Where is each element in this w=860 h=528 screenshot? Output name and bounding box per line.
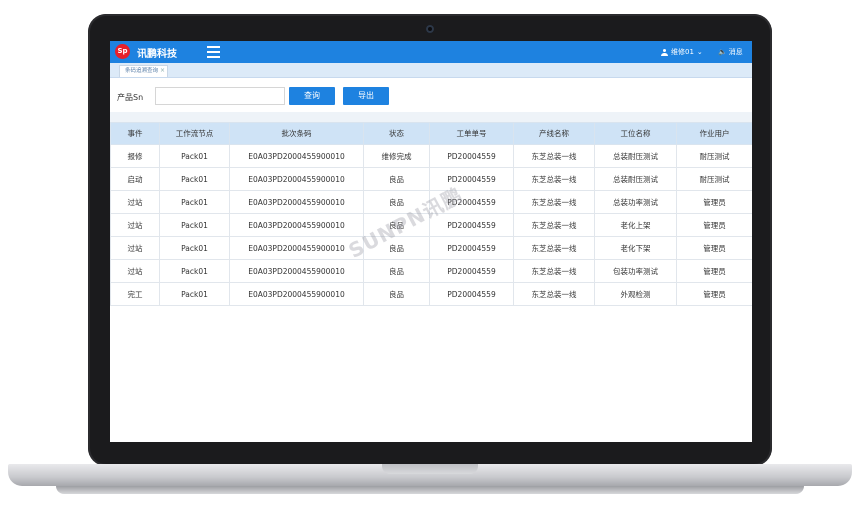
table-cell: 老化上架 — [594, 213, 677, 237]
table-cell: Pack01 — [159, 282, 230, 306]
laptop-lid: Sp 讯鹏科技 维修01 ⌄ 🔈 消息 条码追溯查询 × 产品Sn 查询 导出 — [88, 14, 772, 466]
table-row[interactable]: 过站 Pack01 E0A03PD2000455900010 良品 PD20004559… — [110, 213, 752, 237]
table-cell: 完工 — [110, 282, 160, 306]
table-cell: PD20004559 — [429, 259, 514, 283]
app-screen: Sp 讯鹏科技 维修01 ⌄ 🔈 消息 条码追溯查询 × 产品Sn 查询 导出 — [110, 41, 752, 442]
table-header-row: 事件 工作流节点 批次条码 状态 工单单号 产线名称 工位名称 作业用户 — [110, 122, 752, 145]
table-cell: Pack01 — [159, 259, 230, 283]
column-header: 事件 — [110, 122, 160, 145]
tab-bar: 条码追溯查询 × — [110, 63, 752, 78]
table-cell: 东芝总装一线 — [513, 144, 595, 168]
table-cell: 总装耐压测试 — [594, 167, 677, 191]
table-cell: 维修完成 — [363, 144, 430, 168]
table-cell: 过站 — [110, 236, 160, 260]
table-cell: Pack01 — [159, 190, 230, 214]
table-cell: E0A03PD2000455900010 — [229, 236, 364, 260]
table-cell: E0A03PD2000455900010 — [229, 259, 364, 283]
column-header: 状态 — [363, 122, 430, 145]
table-row[interactable]: 完工 Pack01 E0A03PD2000455900010 良品 PD20004559… — [110, 282, 752, 306]
table-cell: 老化下架 — [594, 236, 677, 260]
column-header: 工位名称 — [594, 122, 677, 145]
column-header: 产线名称 — [513, 122, 595, 145]
user-name: 维修01 — [671, 48, 694, 56]
table-cell: Pack01 — [159, 167, 230, 191]
table-cell: PD20004559 — [429, 167, 514, 191]
tab-barcode-trace[interactable]: 条码追溯查询 × — [119, 65, 169, 77]
export-button[interactable]: 导出 — [343, 87, 389, 105]
trace-table: 事件 工作流节点 批次条码 状态 工单单号 产线名称 工位名称 作业用户 报修 P… — [110, 122, 752, 306]
hamburger-menu-icon[interactable] — [207, 46, 220, 58]
table-cell: 良品 — [363, 190, 430, 214]
base-notch — [382, 464, 478, 474]
table-cell: E0A03PD2000455900010 — [229, 167, 364, 191]
table-cell: 东芝总装一线 — [513, 282, 595, 306]
messages-button[interactable]: 🔈 消息 — [718, 47, 743, 57]
table-cell: E0A03PD2000455900010 — [229, 144, 364, 168]
table-cell: 东芝总装一线 — [513, 213, 595, 237]
table-cell: 良品 — [363, 259, 430, 283]
column-header: 作业用户 — [676, 122, 752, 145]
table-cell: PD20004559 — [429, 236, 514, 260]
table-cell: 东芝总装一线 — [513, 259, 595, 283]
camera-icon — [426, 25, 434, 33]
messages-label: 消息 — [728, 48, 743, 56]
table-cell: 耐压测试 — [676, 167, 752, 191]
table-cell: E0A03PD2000455900010 — [229, 213, 364, 237]
chevron-down-icon: ⌄ — [696, 48, 703, 56]
table-row[interactable]: 启动 Pack01 E0A03PD2000455900010 良品 PD20004559… — [110, 167, 752, 191]
table-cell: 东芝总装一线 — [513, 167, 595, 191]
table-cell: 外观检测 — [594, 282, 677, 306]
table-row[interactable]: 过站 Pack01 E0A03PD2000455900010 良品 PD20004559… — [110, 259, 752, 283]
speaker-icon: 🔈 — [718, 48, 727, 56]
table-cell: Pack01 — [159, 213, 230, 237]
table-cell: 总装功率测试 — [594, 190, 677, 214]
laptop-foot — [56, 486, 804, 494]
product-sn-input[interactable] — [155, 87, 285, 105]
table-cell: 过站 — [110, 213, 160, 237]
table-cell: 良品 — [363, 236, 430, 260]
table-cell: E0A03PD2000455900010 — [229, 190, 364, 214]
brand-logo: Sp — [115, 44, 130, 59]
user-menu[interactable]: 维修01 ⌄ — [661, 47, 703, 57]
query-button[interactable]: 查询 — [289, 87, 335, 105]
table-cell: 东芝总装一线 — [513, 236, 595, 260]
table-cell: 过站 — [110, 190, 160, 214]
top-header: Sp 讯鹏科技 维修01 ⌄ 🔈 消息 — [110, 41, 752, 63]
column-header: 工作流节点 — [159, 122, 230, 145]
close-icon[interactable]: × — [160, 65, 165, 76]
table-cell: PD20004559 — [429, 282, 514, 306]
table-cell: 管理员 — [676, 213, 752, 237]
section-divider — [110, 112, 752, 122]
column-header: 批次条码 — [229, 122, 364, 145]
table-cell: Pack01 — [159, 144, 230, 168]
table-cell: 良品 — [363, 213, 430, 237]
product-sn-label: 产品Sn — [117, 93, 144, 102]
user-icon — [661, 48, 668, 56]
table-row[interactable]: 过站 Pack01 E0A03PD2000455900010 良品 PD20004559… — [110, 236, 752, 260]
table-cell: 耐压测试 — [676, 144, 752, 168]
table-cell: PD20004559 — [429, 213, 514, 237]
table-cell: 东芝总装一线 — [513, 190, 595, 214]
table-cell: 管理员 — [676, 282, 752, 306]
brand-name: 讯鹏科技 — [137, 49, 177, 60]
column-header: 工单单号 — [429, 122, 514, 145]
table-cell: 管理员 — [676, 190, 752, 214]
table-cell: 过站 — [110, 259, 160, 283]
tab-label: 条码追溯查询 — [125, 68, 159, 74]
table-cell: 良品 — [363, 167, 430, 191]
table-cell: PD20004559 — [429, 190, 514, 214]
table-cell: 报修 — [110, 144, 160, 168]
table-cell: E0A03PD2000455900010 — [229, 282, 364, 306]
table-cell: 管理员 — [676, 236, 752, 260]
table-cell: 管理员 — [676, 259, 752, 283]
table-row[interactable]: 报修 Pack01 E0A03PD2000455900010 维修完成 PD200045… — [110, 144, 752, 168]
table-cell: 良品 — [363, 282, 430, 306]
table-cell: 启动 — [110, 167, 160, 191]
table-cell: 包装功率测试 — [594, 259, 677, 283]
table-cell: Pack01 — [159, 236, 230, 260]
table-cell: 总装耐压测试 — [594, 144, 677, 168]
table-row[interactable]: 过站 Pack01 E0A03PD2000455900010 良品 PD20004559… — [110, 190, 752, 214]
laptop-base — [8, 464, 852, 486]
table-cell: PD20004559 — [429, 144, 514, 168]
